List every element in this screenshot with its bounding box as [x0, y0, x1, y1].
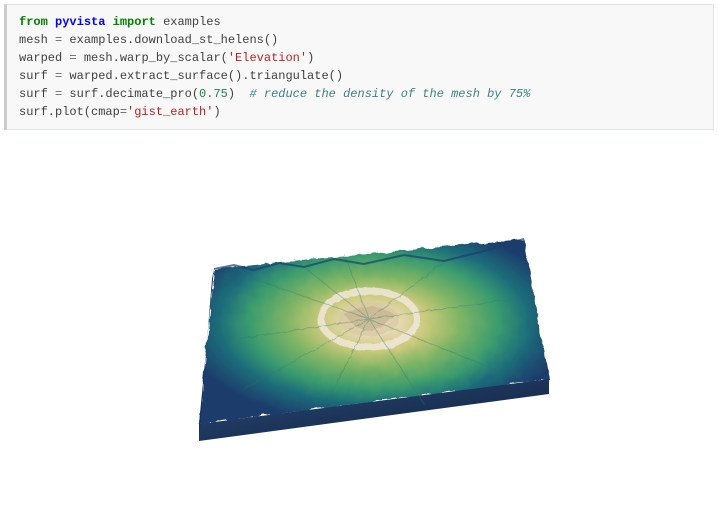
call-download: examples.download_st_helens(): [69, 33, 278, 47]
var-surf: surf: [19, 69, 48, 83]
keyword-from: from: [19, 15, 48, 29]
number-ratio: 0.75: [199, 87, 228, 101]
string-cmap: 'gist_earth': [127, 105, 213, 119]
call-extract: warped.extract_surface().triangulate(): [69, 69, 343, 83]
terrain-render: [144, 179, 574, 479]
comment: # reduce the density of the mesh by 75%: [249, 87, 530, 101]
call-plot: surf.plot(cmap: [19, 105, 120, 119]
var-surf2: surf: [19, 87, 48, 101]
plot-output: [0, 134, 718, 524]
code-block: from pyvista import examples mesh = exam…: [4, 4, 714, 130]
import-name: examples: [163, 15, 221, 29]
var-warped: warped: [19, 51, 62, 65]
keyword-import: import: [113, 15, 156, 29]
module-name: pyvista: [55, 15, 105, 29]
string-elevation: 'Elevation': [228, 51, 307, 65]
var-mesh: mesh: [19, 33, 48, 47]
